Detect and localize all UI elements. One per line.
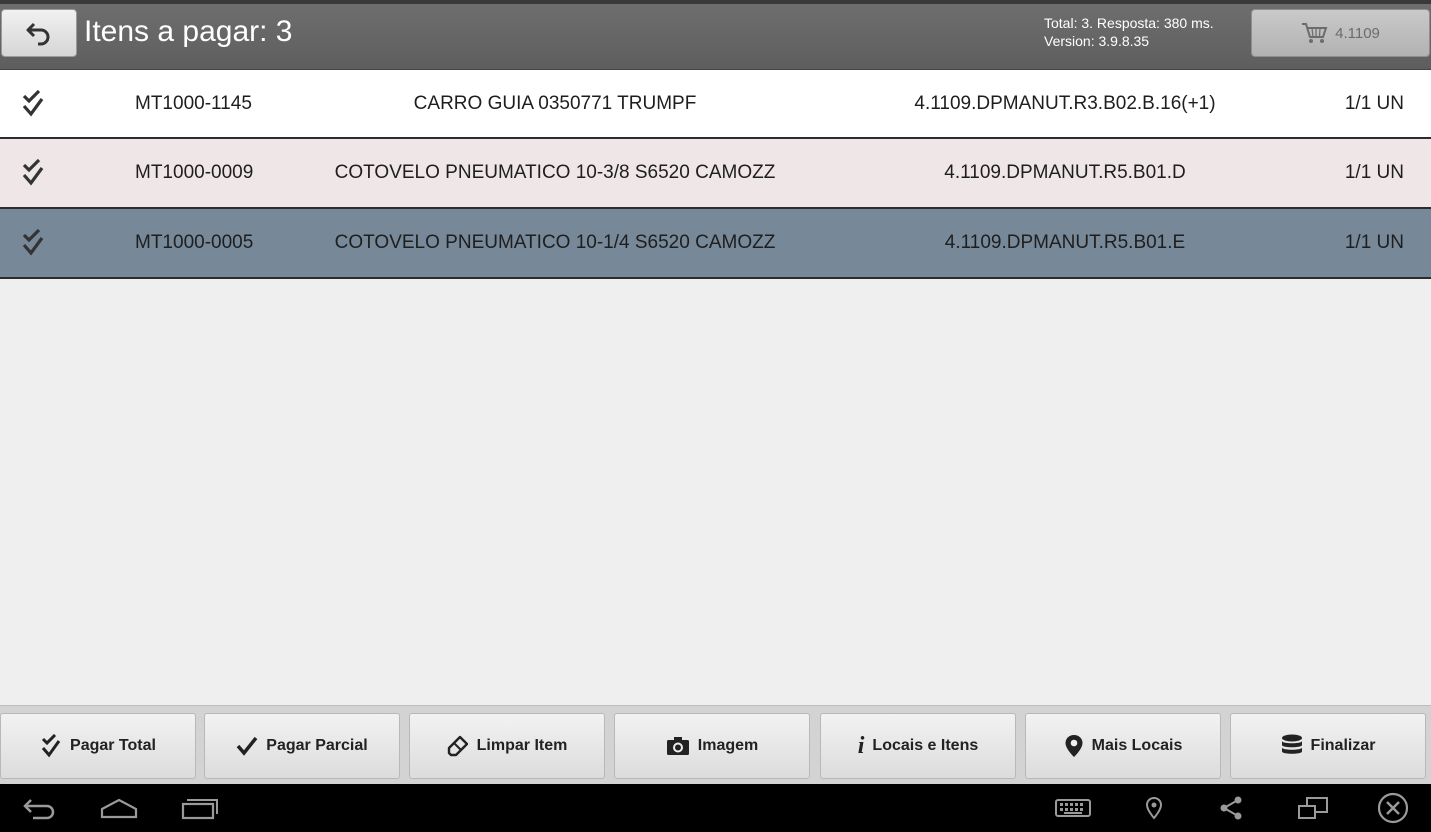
finish-label: Finalizar: [1310, 737, 1376, 754]
item-description: COTOVELO PNEUMATICO 10-1/4 S6520 CAMOZZ: [334, 232, 776, 253]
item-code: MT1000-0009: [135, 162, 254, 183]
close-icon: [1377, 792, 1409, 824]
location-button[interactable]: [1140, 792, 1168, 824]
close-app-button[interactable]: [1376, 792, 1410, 824]
map-pin-icon: [1065, 735, 1083, 757]
item-description: COTOVELO PNEUMATICO 10-3/8 S6520 CAMOZZ: [334, 162, 776, 183]
share-button[interactable]: [1216, 792, 1246, 824]
keyboard-icon: [1055, 799, 1091, 817]
item-code: MT1000-1145: [135, 93, 252, 114]
back-button[interactable]: [1, 9, 77, 57]
window-icon: [1298, 797, 1328, 819]
nav-home-button[interactable]: [98, 792, 140, 824]
pay-total-button[interactable]: Pagar Total: [0, 713, 196, 779]
keyboard-button[interactable]: [1054, 792, 1092, 824]
eraser-icon: [447, 735, 468, 757]
stats-version: Version: 3.9.8.35: [1044, 33, 1150, 49]
list-item[interactable]: MT1000-0009 COTOVELO PNEUMATICO 10-3/8 S…: [0, 139, 1431, 209]
cart-button[interactable]: 4.1109: [1251, 9, 1430, 57]
double-check-icon: [22, 90, 44, 117]
locations-items-label: Locais e Itens: [872, 737, 979, 754]
cart-label: 4.1109: [1335, 24, 1380, 42]
response-stats: Total: 3. Resposta: 380 ms. Version: 3.9…: [1044, 14, 1214, 50]
page-title: Itens a pagar: 3: [84, 15, 293, 48]
window-button[interactable]: [1296, 792, 1330, 824]
item-code: MT1000-0005: [135, 232, 254, 253]
pay-partial-button[interactable]: Pagar Parcial: [204, 713, 400, 779]
clear-item-button[interactable]: Limpar Item: [409, 713, 605, 779]
pay-total-label: Pagar Total: [70, 737, 156, 754]
check-icon: [236, 736, 258, 756]
info-icon: i: [857, 733, 865, 759]
item-location: 4.1109.DPMANUT.R5.B01.D: [944, 162, 1186, 183]
item-quantity: 1/1 UN: [1344, 162, 1404, 183]
double-check-icon: [22, 159, 44, 186]
share-icon: [1220, 796, 1242, 820]
double-check-icon: [22, 229, 44, 256]
location-icon: [1145, 796, 1163, 820]
item-quantity: 1/1 UN: [1344, 232, 1404, 253]
finish-button[interactable]: Finalizar: [1230, 713, 1426, 779]
nav-recents-button[interactable]: [178, 792, 220, 824]
image-label: Imagem: [697, 737, 759, 754]
database-icon: [1281, 734, 1302, 754]
item-quantity: 1/1 UN: [1344, 93, 1404, 114]
item-description: CARRO GUIA 0350771 TRUMPF: [413, 93, 697, 114]
locations-items-button[interactable]: i Locais e Itens: [820, 713, 1016, 779]
more-locations-button[interactable]: Mais Locais: [1025, 713, 1221, 779]
image-button[interactable]: Imagem: [614, 713, 810, 779]
cart-icon: [1302, 23, 1328, 43]
action-bar: Pagar Total Pagar Parcial Limpar Item Im…: [0, 705, 1431, 784]
home-icon: [100, 798, 138, 819]
back-arrow-icon: [26, 22, 50, 46]
recent-apps-icon: [181, 799, 218, 820]
camera-icon: [666, 737, 689, 755]
stats-total: Total: 3. Resposta: 380 ms.: [1044, 15, 1214, 31]
more-locations-label: Mais Locais: [1091, 737, 1183, 754]
items-list: MT1000-1145 CARRO GUIA 0350771 TRUMPF 4.…: [0, 70, 1431, 279]
system-nav-bar: [0, 784, 1431, 832]
nav-back-icon: [23, 799, 55, 820]
pay-partial-label: Pagar Parcial: [266, 737, 368, 754]
list-item[interactable]: MT1000-1145 CARRO GUIA 0350771 TRUMPF 4.…: [0, 70, 1431, 139]
item-location: 4.1109.DPMANUT.R3.B02.B.16(+1): [914, 93, 1216, 114]
nav-back-button[interactable]: [18, 792, 60, 824]
list-item-selected[interactable]: MT1000-0005 COTOVELO PNEUMATICO 10-1/4 S…: [0, 209, 1431, 279]
app-header: Itens a pagar: 3 Total: 3. Resposta: 380…: [0, 4, 1431, 70]
clear-item-label: Limpar Item: [476, 737, 568, 754]
item-location: 4.1109.DPMANUT.R5.B01.E: [944, 232, 1186, 253]
double-check-icon: [41, 734, 61, 758]
